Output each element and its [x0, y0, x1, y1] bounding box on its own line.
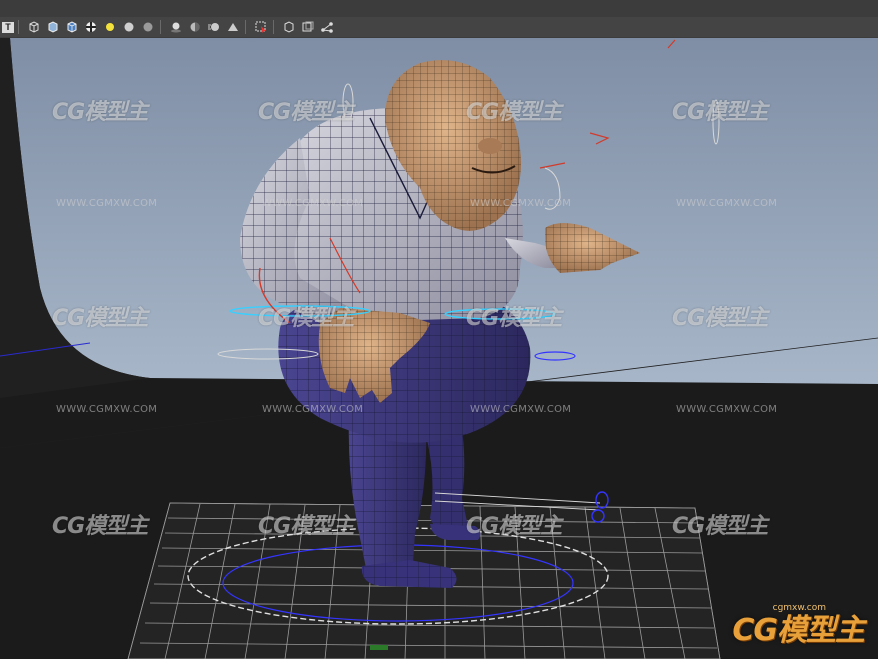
joints-icon[interactable] [319, 19, 335, 35]
smooth-cube-icon[interactable] [45, 19, 61, 35]
shading-toolbar-row: T [0, 17, 878, 37]
watermark: CG模型主 [52, 514, 148, 539]
aa-icon[interactable] [225, 19, 241, 35]
select-icon[interactable] [253, 19, 269, 35]
toolbar-separator [18, 20, 19, 34]
sphere-dark-icon[interactable] [140, 19, 156, 35]
watermark: CG模型主 [672, 306, 768, 331]
watermark-url: WWW.CGMXW.COM [676, 404, 778, 415]
watermark: CG模型主 [52, 100, 148, 125]
xray-icon[interactable] [300, 19, 316, 35]
watermark: CG模型主 [672, 514, 768, 539]
checker-icon[interactable] [83, 19, 99, 35]
text-mode-button[interactable]: T [2, 21, 14, 33]
toolbar-separator [160, 20, 161, 34]
corner-logo: CG模型主 [732, 613, 865, 648]
watermark-url: WWW.CGMXW.COM [676, 198, 778, 209]
motion-blur-icon[interactable] [206, 19, 222, 35]
watermark: CG模型主 [466, 306, 562, 331]
toolbar-separator [245, 20, 246, 34]
3d-viewport[interactable]: CG模型主 CG模型主 CG模型主 CG模型主 WWW.CGMXW.COM WW… [0, 38, 878, 659]
watermark: CG模型主 [466, 100, 562, 125]
watermark: CG模型主 [466, 514, 562, 539]
watermark-url: WWW.CGMXW.COM [56, 198, 158, 209]
viewport-toolbar: T [0, 0, 878, 39]
watermark: CG模型主 [52, 306, 148, 331]
textured-cube-icon[interactable] [64, 19, 80, 35]
toolbar-separator [273, 20, 274, 34]
watermark-url: WWW.CGMXW.COM [56, 404, 158, 415]
watermark-url: WWW.CGMXW.COM [470, 198, 572, 209]
watermark: CG模型主 [258, 514, 354, 539]
sphere-icon[interactable] [121, 19, 137, 35]
watermark: CG模型主 [258, 100, 354, 125]
light-bulb-icon[interactable] [102, 19, 118, 35]
isolate-icon[interactable] [281, 19, 297, 35]
watermark: CG模型主 [672, 100, 768, 125]
scene-canvas [0, 38, 878, 659]
watermark-url: WWW.CGMXW.COM [470, 404, 572, 415]
watermark: CG模型主 [258, 306, 354, 331]
watermark-url: WWW.CGMXW.COM [262, 198, 364, 209]
wireframe-cube-icon[interactable] [26, 19, 42, 35]
shadow-sphere-icon[interactable] [168, 19, 184, 35]
watermark-url: WWW.CGMXW.COM [262, 404, 364, 415]
ao-sphere-icon[interactable] [187, 19, 203, 35]
